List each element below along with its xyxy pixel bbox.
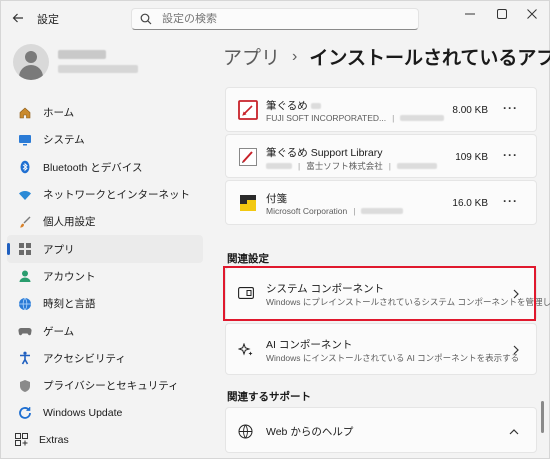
app-list-item[interactable]: 付箋 Microsoft Corporation | 16.0 KB ··· — [225, 180, 537, 225]
more-options-button[interactable]: ··· — [503, 194, 518, 208]
settings-window: 設定 ホーム — [0, 0, 550, 459]
globe-clock-icon — [17, 296, 33, 312]
close-icon — [527, 9, 537, 19]
update-icon — [17, 405, 33, 421]
sparkle-icon — [237, 342, 256, 357]
maximize-button[interactable] — [485, 5, 519, 23]
sidebar-item-time-language[interactable]: 時刻と言語 — [7, 290, 203, 317]
web-help-expander[interactable]: Web からのヘルプ — [225, 407, 537, 453]
sidebar-item-label: アプリ — [43, 243, 75, 256]
app-publisher: Microsoft Corporation | — [266, 206, 404, 216]
avatar-head-shape — [25, 51, 37, 63]
sidebar-item-label: Bluetooth とデバイス — [43, 161, 143, 174]
system-icon — [17, 132, 33, 148]
app-name: 付箋 — [266, 193, 287, 205]
profile-name-redacted — [58, 50, 106, 59]
sidebar-item-label: アクセシビリティ — [43, 352, 126, 365]
avatar-body-shape — [19, 65, 43, 80]
scrollbar-thumb[interactable] — [541, 401, 544, 433]
breadcrumb-parent[interactable]: アプリ — [223, 43, 280, 70]
support-library-app-icon — [238, 147, 258, 167]
globe-icon — [238, 424, 256, 439]
profile-email-redacted — [58, 65, 138, 73]
sidebar-item-privacy-security[interactable]: プライバシーとセキュリティ — [7, 372, 203, 399]
ai-components-link[interactable]: AI コンポーネント Windows にインストールされている AI コンポーネ… — [225, 323, 537, 375]
link-title: AI コンポーネント — [266, 339, 353, 351]
apps-icon — [17, 241, 33, 257]
close-button[interactable] — [515, 5, 549, 23]
extras-link[interactable]: Extras — [15, 433, 69, 447]
extras-icon — [15, 433, 29, 447]
sidebar-item-system[interactable]: システム — [7, 126, 203, 153]
search-icon — [140, 12, 154, 26]
app-size: 16.0 KB — [452, 198, 488, 209]
sidebar-item-label: アカウント — [43, 270, 96, 283]
sidebar-item-home[interactable]: ホーム — [7, 99, 203, 126]
breadcrumb-separator: › — [292, 47, 298, 65]
more-options-button[interactable]: ··· — [503, 101, 518, 115]
page-title: インストールされているアプリ — [309, 48, 550, 69]
fudegurume-app-icon — [238, 100, 258, 120]
home-icon — [17, 105, 33, 121]
more-options-button[interactable]: ··· — [503, 148, 518, 162]
sidebar-item-label: 個人用設定 — [43, 216, 96, 229]
sidebar-item-label: プライバシーとセキュリティ — [43, 380, 179, 393]
avatar[interactable] — [13, 44, 49, 80]
back-button[interactable] — [9, 9, 27, 27]
sidebar-item-apps[interactable]: アプリ — [7, 235, 203, 263]
link-description: Windows にインストールされている AI コンポーネントを表示する — [266, 353, 520, 363]
sidebar-nav: ホーム システム Bluetooth とデバイス ネットワークとインターネット … — [7, 99, 203, 427]
breadcrumb: アプリ › インストールされているアプリ — [223, 43, 550, 70]
bluetooth-icon — [17, 159, 33, 175]
sidebar-item-label: ネットワークとインターネット — [43, 189, 190, 202]
gamepad-icon — [17, 323, 33, 339]
minimize-icon — [465, 13, 475, 15]
app-list-item[interactable]: 筆ぐるめ FUJI SOFT INCORPORATED... | 8.00 KB … — [225, 87, 537, 132]
sidebar-item-accounts[interactable]: アカウント — [7, 263, 203, 290]
network-icon — [17, 187, 33, 203]
related-support-heading: 関連するサポート — [227, 391, 311, 403]
maximize-icon — [497, 9, 507, 19]
sidebar-item-network[interactable]: ネットワークとインターネット — [7, 181, 203, 208]
chevron-up-icon — [508, 425, 520, 437]
title-bar: 設定 — [1, 1, 549, 35]
app-name: 筆ぐるめ Support Library — [266, 147, 383, 159]
sidebar-item-windows-update[interactable]: Windows Update — [7, 399, 203, 426]
related-settings-heading: 関連設定 — [227, 253, 269, 265]
accessibility-icon — [17, 350, 33, 366]
shield-icon — [17, 378, 33, 394]
sidebar-item-bluetooth[interactable]: Bluetooth とデバイス — [7, 154, 203, 181]
sticky-notes-app-icon — [238, 193, 258, 213]
app-list-item[interactable]: 筆ぐるめ Support Library | 富士ソフト株式会社 | 109 KB … — [225, 134, 537, 178]
app-publisher: FUJI SOFT INCORPORATED... | — [266, 113, 445, 123]
minimize-button[interactable] — [453, 5, 487, 23]
app-publisher: | 富士ソフト株式会社 | — [266, 160, 437, 172]
app-size: 109 KB — [455, 152, 488, 163]
expander-title: Web からのヘルプ — [266, 426, 354, 438]
highlight-frame — [223, 266, 536, 321]
sidebar-item-label: ゲーム — [43, 325, 75, 338]
sidebar-item-accessibility[interactable]: アクセシビリティ — [7, 345, 203, 372]
sidebar-item-gaming[interactable]: ゲーム — [7, 317, 203, 344]
sidebar-item-label: Windows Update — [43, 406, 123, 419]
sidebar-item-label: システム — [43, 134, 85, 147]
sidebar-item-label: ホーム — [43, 107, 75, 120]
app-size: 8.00 KB — [452, 105, 488, 116]
chevron-right-icon — [512, 344, 520, 356]
brush-icon — [17, 214, 33, 230]
search-input[interactable] — [162, 13, 402, 25]
app-name: 筆ぐるめ — [266, 98, 321, 113]
account-icon — [17, 268, 33, 284]
extras-label: Extras — [39, 434, 69, 446]
sidebar-item-label: 時刻と言語 — [43, 298, 96, 311]
back-arrow-icon — [12, 13, 23, 23]
sidebar-item-personalization[interactable]: 個人用設定 — [7, 208, 203, 235]
search-box[interactable] — [131, 8, 419, 30]
window-title: 設定 — [37, 14, 59, 26]
